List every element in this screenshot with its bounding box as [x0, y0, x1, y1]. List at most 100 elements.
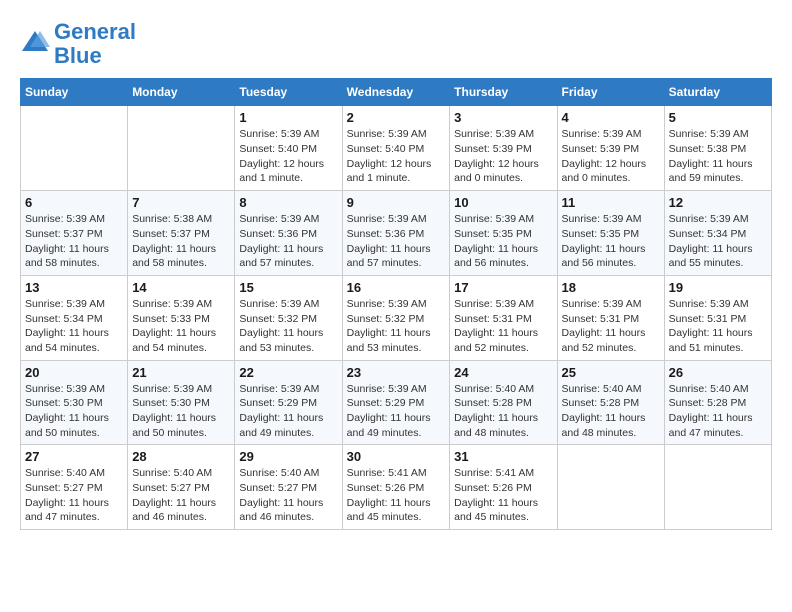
- day-number: 20: [25, 365, 123, 380]
- calendar-cell: 3 Sunrise: 5:39 AMSunset: 5:39 PMDaylight…: [450, 106, 557, 191]
- calendar-cell: 12Sunrise: 5:39 AMSunset: 5:34 PMDayligh…: [664, 191, 771, 276]
- day-number: 3: [454, 110, 552, 125]
- day-number: 5: [669, 110, 767, 125]
- day-number: 29: [239, 449, 337, 464]
- calendar-cell: [21, 106, 128, 191]
- calendar-cell: 16 Sunrise: 5:39 AMSunset: 5:32 PMDayligh…: [342, 275, 450, 360]
- calendar-cell: 21 Sunrise: 5:39 AMSunset: 5:30 PMDayligh…: [128, 360, 235, 445]
- calendar-week-row: 13Sunrise: 5:39 AMSunset: 5:34 PMDayligh…: [21, 275, 772, 360]
- cell-text: Sunrise: 5:39 AMSunset: 5:31 PMDaylight:…: [562, 297, 660, 356]
- logo-text: General Blue: [54, 20, 136, 68]
- calendar-cell: 8Sunrise: 5:39 AMSunset: 5:36 PMDaylight…: [235, 191, 342, 276]
- cell-text: Sunrise: 5:39 AMSunset: 5:31 PMDaylight:…: [454, 297, 552, 356]
- calendar-week-row: 20 Sunrise: 5:39 AMSunset: 5:30 PMDayligh…: [21, 360, 772, 445]
- calendar-cell: 25Sunrise: 5:40 AMSunset: 5:28 PMDayligh…: [557, 360, 664, 445]
- cell-text: Sunrise: 5:39 AMSunset: 5:32 PMDaylight:…: [347, 297, 446, 356]
- cell-text: Sunrise: 5:39 AMSunset: 5:29 PMDaylight:…: [347, 382, 446, 441]
- calendar-table: SundayMondayTuesdayWednesdayThursdayFrid…: [20, 78, 772, 530]
- calendar-cell: 26 Sunrise: 5:40 AMSunset: 5:28 PMDayligh…: [664, 360, 771, 445]
- cell-text: Sunrise: 5:40 AMSunset: 5:27 PMDaylight:…: [239, 466, 337, 525]
- calendar-cell: 5 Sunrise: 5:39 AMSunset: 5:38 PMDaylight…: [664, 106, 771, 191]
- cell-text: Sunrise: 5:39 AMSunset: 5:35 PMDaylight:…: [454, 212, 552, 271]
- calendar-cell: 29 Sunrise: 5:40 AMSunset: 5:27 PMDayligh…: [235, 445, 342, 530]
- calendar-cell: 9 Sunrise: 5:39 AMSunset: 5:36 PMDaylight…: [342, 191, 450, 276]
- cell-text: Sunrise: 5:39 AMSunset: 5:39 PMDaylight:…: [562, 127, 660, 186]
- weekday-header-monday: Monday: [128, 79, 235, 106]
- cell-text: Sunrise: 5:39 AMSunset: 5:36 PMDaylight:…: [347, 212, 446, 271]
- calendar-cell: 14Sunrise: 5:39 AMSunset: 5:33 PMDayligh…: [128, 275, 235, 360]
- calendar-cell: [664, 445, 771, 530]
- calendar-cell: 31Sunrise: 5:41 AMSunset: 5:26 PMDayligh…: [450, 445, 557, 530]
- cell-text: Sunrise: 5:39 AMSunset: 5:38 PMDaylight:…: [669, 127, 767, 186]
- day-number: 10: [454, 195, 552, 210]
- day-number: 11: [562, 195, 660, 210]
- day-number: 4: [562, 110, 660, 125]
- weekday-header-thursday: Thursday: [450, 79, 557, 106]
- cell-text: Sunrise: 5:39 AMSunset: 5:37 PMDaylight:…: [25, 212, 123, 271]
- calendar-cell: 30Sunrise: 5:41 AMSunset: 5:26 PMDayligh…: [342, 445, 450, 530]
- day-number: 18: [562, 280, 660, 295]
- calendar-cell: 15 Sunrise: 5:39 AMSunset: 5:32 PMDayligh…: [235, 275, 342, 360]
- calendar-week-row: 6 Sunrise: 5:39 AMSunset: 5:37 PMDaylight…: [21, 191, 772, 276]
- calendar-cell: [557, 445, 664, 530]
- day-number: 21: [132, 365, 230, 380]
- page-header: General Blue: [20, 20, 772, 68]
- cell-text: Sunrise: 5:39 AMSunset: 5:34 PMDaylight:…: [669, 212, 767, 271]
- cell-text: Sunrise: 5:39 AMSunset: 5:31 PMDaylight:…: [669, 297, 767, 356]
- calendar-cell: [128, 106, 235, 191]
- calendar-cell: 20 Sunrise: 5:39 AMSunset: 5:30 PMDayligh…: [21, 360, 128, 445]
- day-number: 15: [239, 280, 337, 295]
- day-number: 9: [347, 195, 446, 210]
- cell-text: Sunrise: 5:38 AMSunset: 5:37 PMDaylight:…: [132, 212, 230, 271]
- calendar-cell: 28 Sunrise: 5:40 AMSunset: 5:27 PMDayligh…: [128, 445, 235, 530]
- logo: General Blue: [20, 20, 136, 68]
- cell-text: Sunrise: 5:39 AMSunset: 5:32 PMDaylight:…: [239, 297, 337, 356]
- calendar-cell: 7 Sunrise: 5:38 AMSunset: 5:37 PMDaylight…: [128, 191, 235, 276]
- calendar-cell: 1 Sunrise: 5:39 AMSunset: 5:40 PMDaylight…: [235, 106, 342, 191]
- day-number: 26: [669, 365, 767, 380]
- day-number: 16: [347, 280, 446, 295]
- cell-text: Sunrise: 5:39 AMSunset: 5:29 PMDaylight:…: [239, 382, 337, 441]
- day-number: 30: [347, 449, 446, 464]
- day-number: 25: [562, 365, 660, 380]
- calendar-cell: 4 Sunrise: 5:39 AMSunset: 5:39 PMDaylight…: [557, 106, 664, 191]
- weekday-header-sunday: Sunday: [21, 79, 128, 106]
- calendar-week-row: 27 Sunrise: 5:40 AMSunset: 5:27 PMDayligh…: [21, 445, 772, 530]
- cell-text: Sunrise: 5:39 AMSunset: 5:40 PMDaylight:…: [239, 127, 337, 186]
- day-number: 6: [25, 195, 123, 210]
- weekday-header-row: SundayMondayTuesdayWednesdayThursdayFrid…: [21, 79, 772, 106]
- day-number: 28: [132, 449, 230, 464]
- cell-text: Sunrise: 5:39 AMSunset: 5:30 PMDaylight:…: [132, 382, 230, 441]
- day-number: 8: [239, 195, 337, 210]
- calendar-cell: 18 Sunrise: 5:39 AMSunset: 5:31 PMDayligh…: [557, 275, 664, 360]
- cell-text: Sunrise: 5:40 AMSunset: 5:27 PMDaylight:…: [25, 466, 123, 525]
- cell-text: Sunrise: 5:40 AMSunset: 5:28 PMDaylight:…: [454, 382, 552, 441]
- cell-text: Sunrise: 5:39 AMSunset: 5:39 PMDaylight:…: [454, 127, 552, 186]
- cell-text: Sunrise: 5:40 AMSunset: 5:28 PMDaylight:…: [669, 382, 767, 441]
- day-number: 7: [132, 195, 230, 210]
- cell-text: Sunrise: 5:39 AMSunset: 5:30 PMDaylight:…: [25, 382, 123, 441]
- calendar-cell: 10 Sunrise: 5:39 AMSunset: 5:35 PMDayligh…: [450, 191, 557, 276]
- calendar-cell: 23 Sunrise: 5:39 AMSunset: 5:29 PMDayligh…: [342, 360, 450, 445]
- logo-icon: [20, 29, 50, 59]
- calendar-cell: 19Sunrise: 5:39 AMSunset: 5:31 PMDayligh…: [664, 275, 771, 360]
- calendar-cell: 13Sunrise: 5:39 AMSunset: 5:34 PMDayligh…: [21, 275, 128, 360]
- cell-text: Sunrise: 5:39 AMSunset: 5:40 PMDaylight:…: [347, 127, 446, 186]
- day-number: 23: [347, 365, 446, 380]
- day-number: 14: [132, 280, 230, 295]
- weekday-header-saturday: Saturday: [664, 79, 771, 106]
- day-number: 22: [239, 365, 337, 380]
- cell-text: Sunrise: 5:39 AMSunset: 5:34 PMDaylight:…: [25, 297, 123, 356]
- calendar-week-row: 1 Sunrise: 5:39 AMSunset: 5:40 PMDaylight…: [21, 106, 772, 191]
- day-number: 2: [347, 110, 446, 125]
- day-number: 24: [454, 365, 552, 380]
- weekday-header-tuesday: Tuesday: [235, 79, 342, 106]
- cell-text: Sunrise: 5:40 AMSunset: 5:27 PMDaylight:…: [132, 466, 230, 525]
- day-number: 31: [454, 449, 552, 464]
- calendar-cell: 2 Sunrise: 5:39 AMSunset: 5:40 PMDaylight…: [342, 106, 450, 191]
- calendar-cell: 11 Sunrise: 5:39 AMSunset: 5:35 PMDayligh…: [557, 191, 664, 276]
- day-number: 1: [239, 110, 337, 125]
- day-number: 27: [25, 449, 123, 464]
- calendar-cell: 27 Sunrise: 5:40 AMSunset: 5:27 PMDayligh…: [21, 445, 128, 530]
- cell-text: Sunrise: 5:39 AMSunset: 5:35 PMDaylight:…: [562, 212, 660, 271]
